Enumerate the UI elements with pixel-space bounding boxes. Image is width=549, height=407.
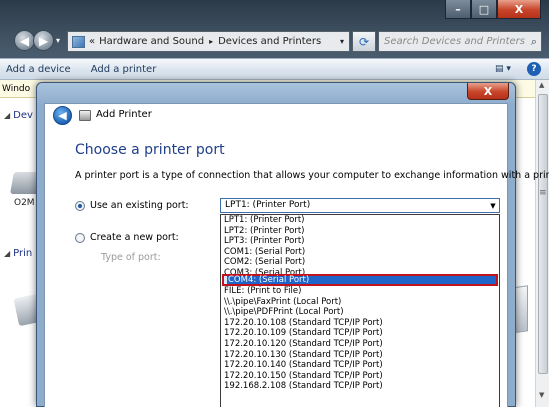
port-option[interactable]: 172.20.10.140 (Standard TCP/IP Port) <box>221 360 499 371</box>
close-button[interactable]: X <box>497 0 541 19</box>
port-option-selected[interactable]: COM4: (Serial Port) <box>222 273 498 286</box>
back-arrow-icon: ◀ <box>58 109 67 122</box>
scrollbar-grip-icon: ≡ <box>539 188 547 198</box>
forward-arrow-icon: ▶ <box>38 33 49 48</box>
use-existing-port-radio[interactable] <box>75 200 85 211</box>
navigation-bar: ◀ ▶ ▾ « Hardware and Sound ▸ Devices and… <box>0 26 549 58</box>
device-label: O2M <box>14 198 35 208</box>
chevron-down-icon[interactable]: ▼ <box>487 202 499 210</box>
add-device-button[interactable]: Add a device <box>6 64 71 75</box>
dialog-body: ◀ Add Printer Choose a printer port A pr… <box>44 103 549 407</box>
change-view-icon[interactable]: ▤ ▾ <box>495 62 517 76</box>
back-arrow-icon: ◀ <box>19 33 30 48</box>
use-existing-port-option[interactable]: Use an existing port: <box>75 200 189 211</box>
address-root-chevron[interactable]: « <box>89 36 95 47</box>
devices-group-label: Dev <box>13 110 33 121</box>
page-heading: Choose a printer port <box>75 142 225 158</box>
minimize-button[interactable]: – <box>445 0 471 19</box>
add-printer-dialog: X ◀ Add Printer Choose a printer port A … <box>36 82 549 407</box>
devices-group-header[interactable]: ◢ Dev <box>4 110 33 121</box>
dialog-title: Add Printer <box>96 109 152 120</box>
create-new-port-radio[interactable] <box>75 232 85 243</box>
port-option[interactable]: 172.20.10.109 (Standard TCP/IP Port) <box>221 328 499 339</box>
type-of-port-label: Type of port: <box>101 252 161 263</box>
refresh-icon: ⟳ <box>358 34 370 49</box>
collapse-triangle-icon: ◢ <box>4 111 11 120</box>
port-option[interactable]: COM2: (Serial Port) <box>221 257 499 268</box>
dialog-header: ◀ Add Printer <box>45 104 507 128</box>
port-option[interactable]: COM1: (Serial Port) <box>221 247 499 258</box>
search-placeholder: Search Devices and Printers <box>384 36 525 47</box>
collapse-triangle-icon: ◢ <box>4 249 11 258</box>
control-panel-icon <box>72 35 85 48</box>
port-option[interactable]: \\.\pipe\PDFPrint (Local Port) <box>221 307 499 318</box>
scrollbar-thumb[interactable] <box>538 94 548 374</box>
search-input[interactable]: Search Devices and Printers ⌕ <box>378 31 542 52</box>
port-option[interactable]: \\.\pipe\FaxPrint (Local Port) <box>221 297 499 308</box>
command-bar-right: ▤ ▾ ? <box>495 62 541 76</box>
wizard-back-button[interactable]: ◀ <box>53 106 72 125</box>
help-icon[interactable]: ? <box>527 62 541 76</box>
port-option[interactable]: LPT3: (Printer Port) <box>221 236 499 247</box>
intro-text: A printer port is a type of connection t… <box>75 170 549 181</box>
breadcrumb-devices-and-printers[interactable]: Devices and Printers <box>218 36 321 47</box>
existing-port-select-value: LPT1: (Printer Port) <box>225 200 311 210</box>
recent-pages-dropdown-icon[interactable]: ▾ <box>56 36 60 45</box>
port-option[interactable]: 172.20.10.120 (Standard TCP/IP Port) <box>221 339 499 350</box>
printer-icon <box>79 110 91 121</box>
use-existing-port-label: Use an existing port: <box>90 200 189 211</box>
address-bar[interactable]: « Hardware and Sound ▸ Devices and Print… <box>67 31 350 52</box>
dialog-close-button[interactable]: X <box>467 83 509 100</box>
vertical-scrollbar[interactable]: ▲ ≡ ▼ <box>535 80 549 407</box>
port-option[interactable]: LPT1: (Printer Port) <box>221 215 499 226</box>
refresh-button[interactable]: ⟳ <box>352 31 376 52</box>
forward-button[interactable]: ▶ <box>33 30 54 51</box>
port-option[interactable]: FILE: (Print to File) <box>221 286 499 297</box>
port-option[interactable]: LPT2: (Printer Port) <box>221 226 499 237</box>
port-option[interactable]: 192.168.2.108 (Standard TCP/IP Port) <box>221 381 499 392</box>
info-bar-text: Windo <box>2 83 31 94</box>
printers-group-header[interactable]: ◢ Prin <box>4 248 32 259</box>
breadcrumb-hardware-and-sound[interactable]: Hardware and Sound <box>99 36 204 47</box>
printers-group-label: Prin <box>13 248 33 259</box>
create-new-port-option[interactable]: Create a new port: <box>75 232 179 243</box>
back-button[interactable]: ◀ <box>14 30 35 51</box>
breadcrumb-separator-icon[interactable]: ▸ <box>209 37 213 46</box>
create-new-port-label: Create a new port: <box>90 232 179 243</box>
port-option[interactable]: 172.20.10.150 (Standard TCP/IP Port) <box>221 371 499 382</box>
port-option-selected-label: COM4: (Serial Port) <box>227 276 496 284</box>
maximize-button[interactable]: □ <box>471 0 497 19</box>
add-printer-button[interactable]: Add a printer <box>91 64 157 75</box>
scroll-down-icon[interactable]: ▼ <box>539 391 544 399</box>
command-bar: Add a device Add a printer ▤ ▾ ? <box>0 58 549 80</box>
existing-port-select[interactable]: LPT1: (Printer Port) ▼ <box>220 198 500 213</box>
port-option[interactable]: 172.20.10.108 (Standard TCP/IP Port) <box>221 318 499 329</box>
scroll-up-icon[interactable]: ▲ <box>539 81 544 89</box>
search-icon[interactable]: ⌕ <box>531 35 537 49</box>
port-option[interactable]: 172.20.10.130 (Standard TCP/IP Port) <box>221 350 499 361</box>
address-dropdown-icon[interactable]: ▾ <box>340 37 344 46</box>
window-controls: – □ X <box>445 0 541 19</box>
port-dropdown-list[interactable]: LPT1: (Printer Port) LPT2: (Printer Port)… <box>220 214 500 407</box>
